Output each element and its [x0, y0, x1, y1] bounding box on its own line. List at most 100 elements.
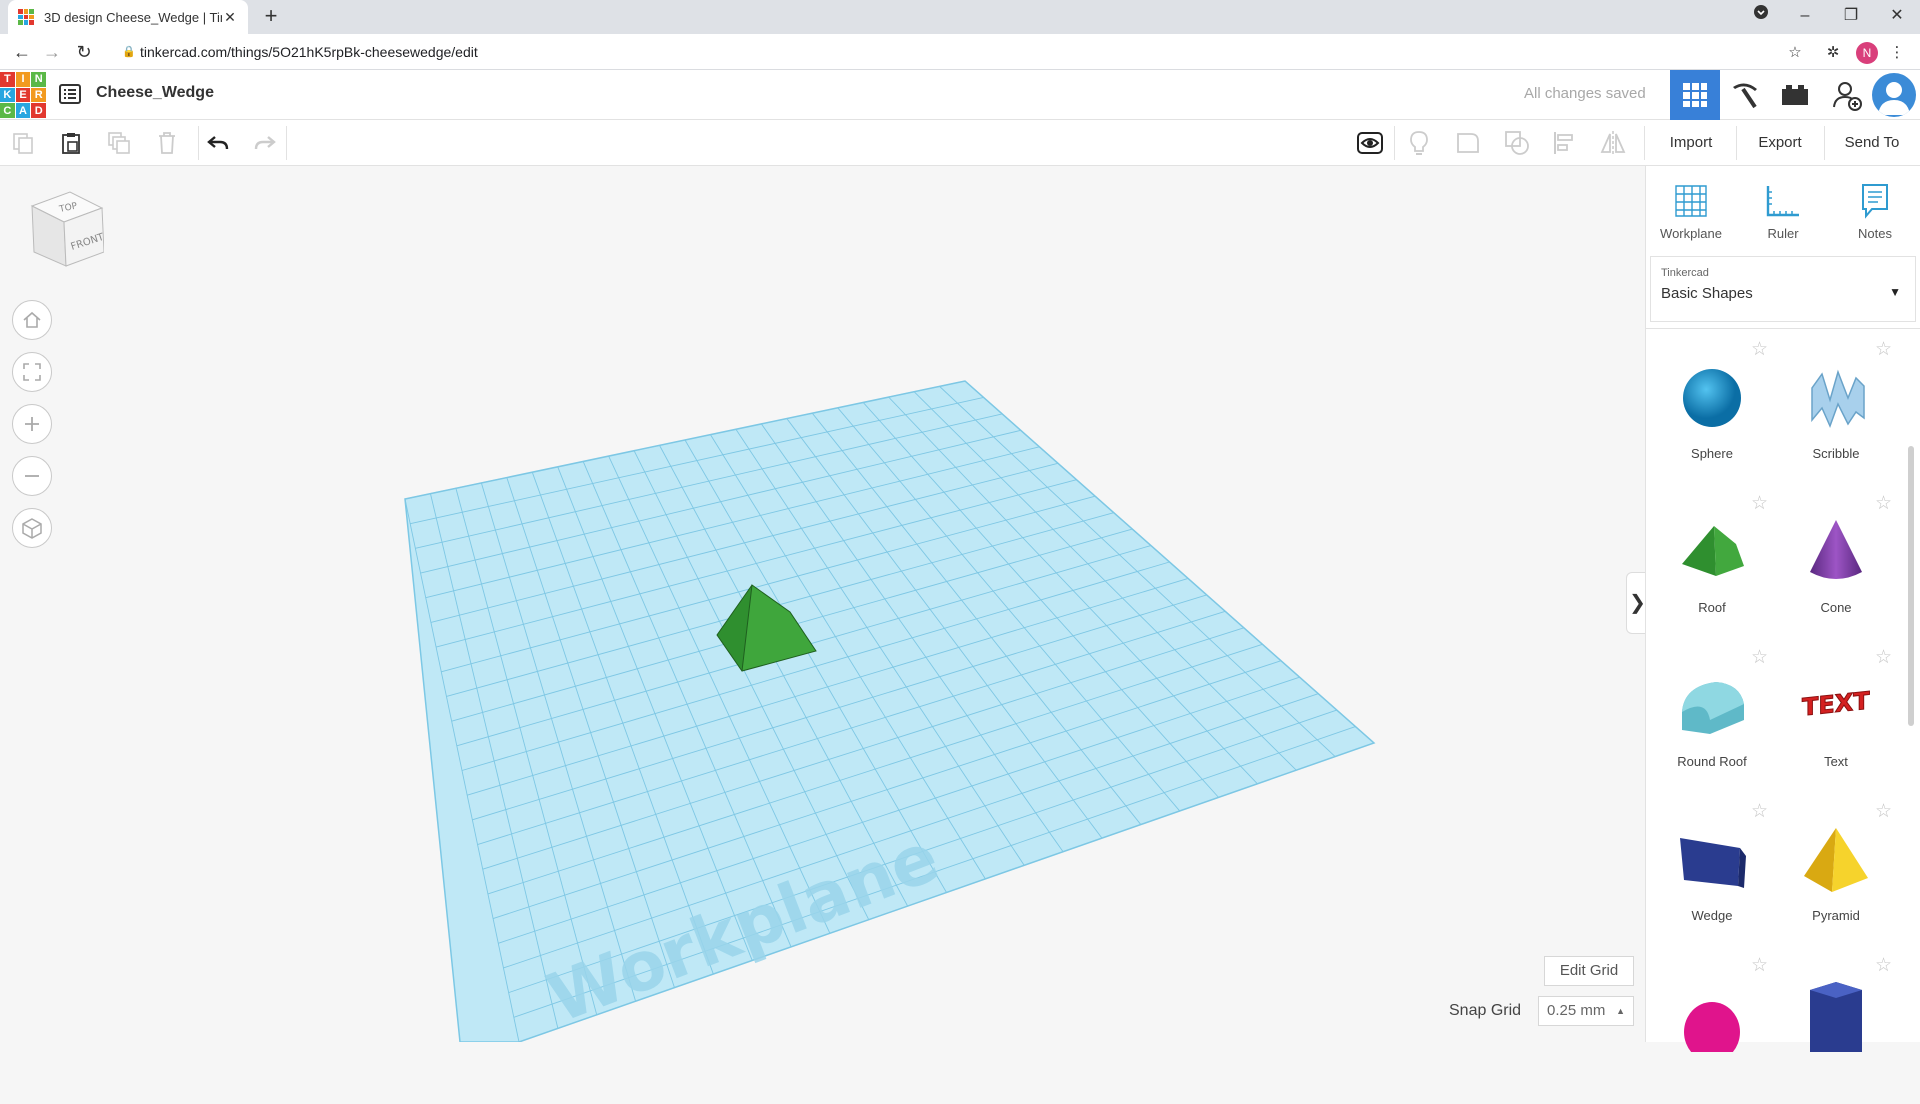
shapes-panel: Workplane Ruler Notes Tinkercad Basic Sh…: [1645, 166, 1920, 1052]
logo-letter: A: [15, 103, 31, 118]
close-window-button[interactable]: ✕: [1874, 0, 1920, 34]
shape-cone[interactable]: ☆ Cone: [1776, 492, 1896, 642]
shape-paraboloid[interactable]: ☆: [1652, 954, 1772, 1104]
url-field[interactable]: 🔒 tinkercad.com/things/5O21hK5rpBk-chees…: [118, 38, 1798, 66]
lightbulb-icon[interactable]: [1404, 128, 1434, 158]
address-bar-row: ← → ↻ 🔒 tinkercad.com/things/5O21hK5rpBk…: [0, 34, 1920, 70]
favorite-star-icon[interactable]: ☆: [1875, 954, 1892, 977]
shape-round-roof[interactable]: ☆ Round Roof: [1652, 646, 1772, 796]
shape-label: Wedge: [1691, 908, 1733, 923]
redo-icon[interactable]: [250, 128, 280, 158]
workplane-scene: Workplane: [404, 380, 1376, 1042]
send-to-button[interactable]: Send To: [1828, 120, 1916, 166]
shape-sphere[interactable]: ☆ Sphere: [1652, 338, 1772, 488]
grid-icon: [1683, 83, 1707, 107]
reload-button[interactable]: ↻: [72, 40, 96, 64]
delete-icon[interactable]: [152, 128, 182, 158]
tab-close-icon[interactable]: ✕: [222, 9, 238, 26]
perspective-button[interactable]: [12, 508, 52, 548]
group-icon[interactable]: [1453, 128, 1483, 158]
shape-text[interactable]: ☆ TEXT Text: [1776, 646, 1896, 796]
duplicate-icon[interactable]: [104, 128, 134, 158]
fit-icon: [23, 363, 41, 381]
favorite-star-icon[interactable]: ☆: [1875, 646, 1892, 669]
back-button[interactable]: ←: [10, 40, 34, 64]
logo-letter: T: [0, 72, 15, 87]
ungroup-icon[interactable]: [1502, 128, 1532, 158]
import-button[interactable]: Import: [1652, 120, 1730, 166]
browser-tab[interactable]: 3D design Cheese_Wedge | Tinkercad ✕: [8, 0, 248, 34]
undo-icon[interactable]: [203, 128, 233, 158]
pickaxe-icon[interactable]: [1720, 70, 1770, 120]
extensions-icon[interactable]: ✲: [1822, 42, 1844, 64]
paste-icon[interactable]: [56, 128, 86, 158]
align-icon[interactable]: [1550, 128, 1580, 158]
3d-view-button[interactable]: [1670, 70, 1720, 120]
library-source: Tinkercad: [1661, 267, 1709, 279]
logo-letter: D: [31, 103, 46, 118]
bookmark-star-icon[interactable]: ☆: [1784, 42, 1806, 64]
logo-letter: E: [15, 87, 31, 103]
snap-grid-value: 0.25 mm: [1547, 1002, 1606, 1019]
shape-pyramid[interactable]: ☆ Pyramid: [1776, 800, 1896, 950]
home-view-button[interactable]: [12, 300, 52, 340]
caret-up-icon: ▲: [1616, 1006, 1625, 1016]
favorite-star-icon[interactable]: ☆: [1751, 492, 1768, 515]
view-cube[interactable]: TOP FRONT: [24, 186, 104, 276]
fit-view-button[interactable]: [12, 352, 52, 392]
favorite-star-icon[interactable]: ☆: [1751, 954, 1768, 977]
shape-polygon[interactable]: ☆: [1776, 954, 1896, 1104]
favorite-star-icon[interactable]: ☆: [1751, 800, 1768, 823]
snap-grid-label: Snap Grid: [1449, 1002, 1522, 1019]
panel-scrollbar[interactable]: [1908, 446, 1914, 726]
svg-text:TEXT: TEXT: [1802, 686, 1870, 721]
design-name[interactable]: Cheese_Wedge: [96, 84, 214, 102]
snap-grid-select[interactable]: 0.25 mm ▲: [1538, 996, 1634, 1026]
browser-tab-strip: 3D design Cheese_Wedge | Tinkercad ✕ + –…: [0, 0, 1920, 34]
shape-wedge[interactable]: ☆ Wedge: [1652, 800, 1772, 950]
minimize-button[interactable]: –: [1782, 0, 1828, 34]
browser-profile-avatar[interactable]: N: [1856, 42, 1878, 64]
new-tab-button[interactable]: +: [258, 4, 284, 30]
url-text: tinkercad.com/things/5O21hK5rpBk-cheesew…: [140, 44, 478, 60]
workplane-icon: [1675, 185, 1707, 217]
favorite-star-icon[interactable]: ☆: [1875, 338, 1892, 361]
design-list-icon[interactable]: [58, 82, 82, 106]
favorite-star-icon[interactable]: ☆: [1751, 646, 1768, 669]
forward-button[interactable]: →: [40, 40, 64, 64]
restore-button[interactable]: ❐: [1828, 0, 1874, 34]
brick-icon[interactable]: [1770, 70, 1820, 120]
shape-label: Pyramid: [1812, 908, 1860, 923]
tab-search-icon[interactable]: [1738, 0, 1784, 34]
shape-label: Round Roof: [1677, 754, 1747, 769]
home-icon: [23, 311, 41, 328]
export-button[interactable]: Export: [1740, 120, 1820, 166]
shape-label: Text: [1824, 754, 1848, 769]
cube-icon: [22, 518, 42, 539]
shape-roof[interactable]: ☆ Roof: [1652, 492, 1772, 642]
zoom-out-button[interactable]: [12, 456, 52, 496]
3d-canvas[interactable]: Workplane TOP FRONT Edit Grid Snap Grid …: [0, 166, 1645, 1042]
favorite-star-icon[interactable]: ☆: [1875, 492, 1892, 515]
show-all-icon[interactable]: [1355, 128, 1385, 158]
logo-letter: N: [31, 72, 46, 87]
browser-menu-icon[interactable]: ⋮: [1886, 42, 1908, 64]
workplane-button[interactable]: Workplane: [1656, 180, 1726, 241]
notes-button-label: Notes: [1858, 226, 1892, 241]
tinkercad-favicon: [18, 9, 34, 25]
tinkercad-logo[interactable]: T I N K E R C A D: [0, 72, 46, 118]
copy-icon[interactable]: [8, 128, 38, 158]
shape-library-select[interactable]: Tinkercad Basic Shapes ▼: [1650, 256, 1916, 322]
mirror-icon[interactable]: [1598, 128, 1628, 158]
edit-grid-button[interactable]: Edit Grid: [1544, 956, 1634, 986]
shape-scribble[interactable]: ☆ Scribble: [1776, 338, 1896, 488]
add-user-icon[interactable]: [1822, 70, 1872, 120]
ruler-button[interactable]: Ruler: [1748, 180, 1818, 241]
user-avatar[interactable]: [1872, 73, 1916, 117]
favorite-star-icon[interactable]: ☆: [1751, 338, 1768, 361]
zoom-in-button[interactable]: [12, 404, 52, 444]
library-name: Basic Shapes: [1661, 285, 1753, 302]
notes-button[interactable]: Notes: [1840, 180, 1910, 241]
favorite-star-icon[interactable]: ☆: [1875, 800, 1892, 823]
lock-icon: 🔒: [122, 46, 136, 58]
